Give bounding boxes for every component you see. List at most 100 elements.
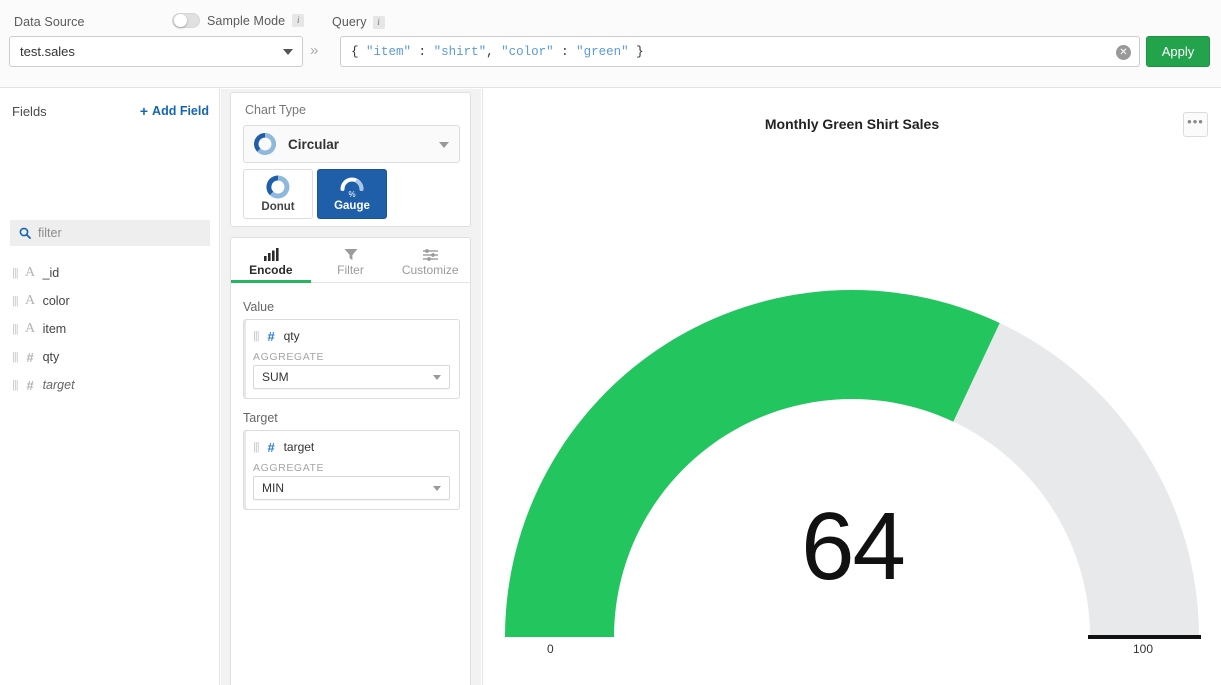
chart-type-select[interactable]: Circular (243, 125, 460, 163)
funnel-icon (344, 247, 358, 261)
field-item-label: item (43, 322, 67, 336)
channel-target-field[interactable]: ||| # target (253, 438, 450, 456)
chevron-down-icon (439, 142, 449, 148)
sample-mode-toggle[interactable] (172, 13, 200, 28)
chart-type-value: Circular (288, 137, 339, 152)
sample-mode-control: Sample Mode i (172, 13, 304, 28)
field-item-id[interactable]: ||| A _id (10, 259, 215, 287)
channel-target-box[interactable]: ||| # target AGGREGATE MIN (243, 430, 460, 510)
query-token: "shirt" (434, 45, 487, 59)
drag-handle-icon[interactable]: ||| (12, 323, 18, 335)
channel-target-field-name: target (284, 440, 315, 454)
drag-handle-icon[interactable]: ||| (12, 379, 18, 391)
tab-filter[interactable]: Filter (311, 238, 391, 282)
gauge-max-tick: 100 (1133, 642, 1153, 656)
field-type-icon: # (24, 350, 37, 365)
channel-target: Target ||| # target AGGREGATE MIN (243, 411, 460, 510)
field-item-item[interactable]: |||Aitem (10, 315, 215, 343)
encode-tabs: Encode Filter (231, 238, 470, 283)
field-item-label: target (43, 378, 75, 392)
data-source-label: Data Source (14, 15, 85, 29)
field-item-label: qty (43, 350, 60, 364)
query-input[interactable]: { "item" : "shirt", "color" : "green" } … (340, 36, 1140, 67)
channel-target-aggregate-label: AGGREGATE (253, 462, 450, 474)
drag-handle-icon[interactable]: ||| (12, 351, 18, 363)
drag-handle-icon[interactable]: ||| (253, 441, 259, 453)
plus-icon: + (140, 104, 148, 118)
field-type-icon: A (24, 265, 37, 281)
channel-target-aggregate-value: MIN (262, 481, 284, 495)
channel-value-aggregate-select[interactable]: SUM (253, 365, 450, 389)
field-list: |||A_id|||Acolor|||Aitem|||#qty|||#targe… (10, 259, 215, 399)
query-label: Query (332, 15, 367, 29)
query-token: "color" (501, 45, 554, 59)
tab-customize[interactable]: Customize (390, 238, 470, 282)
chart-subtype-donut-button[interactable]: Donut (243, 169, 313, 219)
channel-value: Value ||| # qty AGGREGATE SUM (243, 300, 460, 399)
channel-target-aggregate-select[interactable]: MIN (253, 476, 450, 500)
info-icon[interactable]: i (373, 16, 385, 29)
tab-encode-label: Encode (249, 263, 292, 277)
query-token (359, 45, 367, 59)
drag-handle-icon[interactable]: ||| (253, 330, 259, 342)
expand-chevrons-icon[interactable]: » (310, 43, 318, 58)
drag-handle-icon[interactable]: ||| (12, 295, 18, 307)
channel-value-field-name: qty (284, 329, 300, 343)
query-label-group: Query i (332, 15, 385, 29)
field-item-label: color (43, 294, 70, 308)
apply-button[interactable]: Apply (1146, 36, 1210, 67)
data-source-select[interactable]: test.sales (9, 36, 303, 67)
query-token: : (554, 45, 577, 59)
field-item-label: _id (43, 266, 60, 280)
field-item-qty[interactable]: ||| # qty (10, 343, 215, 371)
query-token: { (351, 45, 359, 59)
tab-filter-label: Filter (337, 263, 364, 277)
field-item-target[interactable]: ||| # target (10, 371, 215, 399)
tab-customize-label: Customize (402, 263, 459, 277)
clear-icon[interactable]: ✕ (1116, 45, 1131, 60)
info-icon[interactable]: i (292, 14, 304, 27)
top-toolbar: Data Source Sample Mode i Query i test.s… (0, 0, 1221, 88)
chart-panel: Monthly Green Shirt Sales ••• 64 0 100 (482, 89, 1221, 685)
fields-panel: Fields + Add Field filter ||| A _id |||Acol… (0, 89, 220, 685)
encode-panel: Chart Type Circular Donut (221, 89, 481, 685)
fields-title: Fields (12, 104, 47, 119)
gauge-value-label: 64 (483, 499, 1221, 595)
chart-type-title: Chart Type (245, 103, 306, 117)
chart-type-card: Chart Type Circular Donut (230, 92, 471, 227)
field-filter-input[interactable]: filter (10, 220, 210, 246)
add-field-label: Add Field (152, 104, 209, 118)
field-type-icon: # (24, 378, 37, 393)
channel-value-field[interactable]: ||| # qty (253, 327, 450, 345)
query-token: : (411, 45, 434, 59)
chevron-down-icon (433, 486, 441, 491)
fields-header: Fields + Add Field (12, 101, 209, 121)
query-token: "green" (576, 45, 629, 59)
donut-icon (266, 175, 290, 199)
gauge-min-tick: 0 (547, 642, 554, 656)
donut-icon (254, 133, 276, 155)
query-token: , (486, 45, 501, 59)
sample-mode-label: Sample Mode (207, 14, 285, 28)
gauge-icon: % (339, 176, 365, 198)
channel-target-title: Target (243, 411, 460, 425)
query-text: { "item" : "shirt", "color" : "green" } (351, 45, 644, 59)
add-field-button[interactable]: + Add Field (140, 104, 209, 118)
query-token: "item" (366, 45, 411, 59)
chart-subtype-gauge-button[interactable]: % Gauge (317, 169, 387, 219)
sliders-icon (423, 247, 438, 261)
chart-subtype-gauge-label: Gauge (334, 200, 370, 212)
data-source-value: test.sales (20, 44, 75, 59)
channel-value-aggregate-value: SUM (262, 370, 289, 384)
tab-encode[interactable]: Encode (231, 238, 311, 282)
channel-value-title: Value (243, 300, 460, 314)
chevron-down-icon (433, 375, 441, 380)
field-item-color[interactable]: |||Acolor (10, 287, 215, 315)
app-root: Data Source Sample Mode i Query i test.s… (0, 0, 1221, 685)
channel-value-box[interactable]: ||| # qty AGGREGATE SUM (243, 319, 460, 399)
query-token: } (629, 45, 644, 59)
chart-subtype-donut-label: Donut (261, 201, 294, 213)
drag-handle-icon[interactable]: ||| (12, 267, 18, 279)
search-icon (19, 227, 31, 239)
toggle-knob (174, 14, 187, 27)
